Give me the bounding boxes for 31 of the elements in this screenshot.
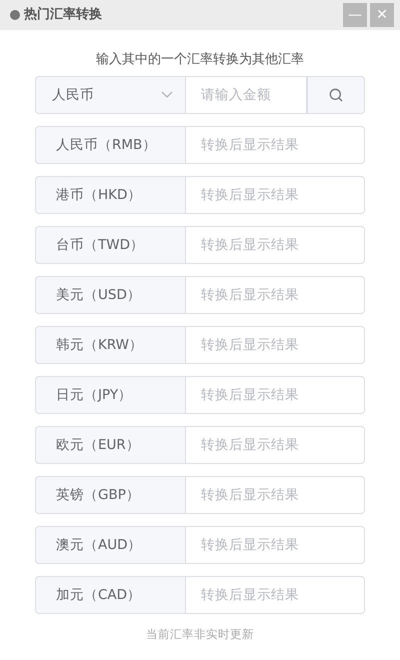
currency-label: 欧元（EUR） (35, 426, 186, 464)
window-title: 热门汇率转换 (24, 6, 102, 24)
result-field[interactable]: 转换后显示结果 (186, 276, 365, 314)
result-field[interactable]: 转换后显示结果 (186, 526, 365, 564)
currency-label: 日元（JPY） (35, 376, 186, 414)
currency-label: 港币（HKD） (35, 176, 186, 214)
result-field[interactable]: 转换后显示结果 (186, 576, 365, 614)
currency-label: 美元（USD） (35, 276, 186, 314)
currency-label: 韩元（KRW） (35, 326, 186, 364)
currency-select[interactable]: 人民币 (35, 76, 186, 114)
result-field[interactable]: 转换后显示结果 (186, 176, 365, 214)
result-field[interactable]: 转换后显示结果 (186, 476, 365, 514)
search-icon (329, 88, 343, 102)
close-button[interactable]: ✕ (370, 3, 394, 27)
result-field[interactable]: 转换后显示结果 (186, 326, 365, 364)
result-field[interactable]: 转换后显示结果 (186, 126, 365, 164)
currency-label: 台币（TWD） (35, 226, 186, 264)
amount-field[interactable]: 请输入金额 (186, 76, 307, 114)
app-icon (10, 10, 20, 20)
result-field[interactable]: 转换后显示结果 (186, 226, 365, 264)
currency-label: 人民币（RMB） (35, 126, 186, 164)
footer-note: 当前汇率非实时更新 (145, 626, 255, 643)
instruction-text: 输入其中的一个汇率转换为其他汇率 (95, 52, 305, 68)
currency-label: 澳元（AUD） (35, 526, 186, 564)
minimize-button[interactable]: — (343, 3, 367, 27)
search-button[interactable] (307, 76, 365, 114)
currency-label: 英镑（GBP） (35, 476, 186, 514)
currency-label: 加元（CAD） (35, 576, 186, 614)
result-field[interactable]: 转换后显示结果 (186, 376, 365, 414)
chevron-down-icon (161, 91, 173, 99)
result-field[interactable]: 转换后显示结果 (186, 426, 365, 464)
